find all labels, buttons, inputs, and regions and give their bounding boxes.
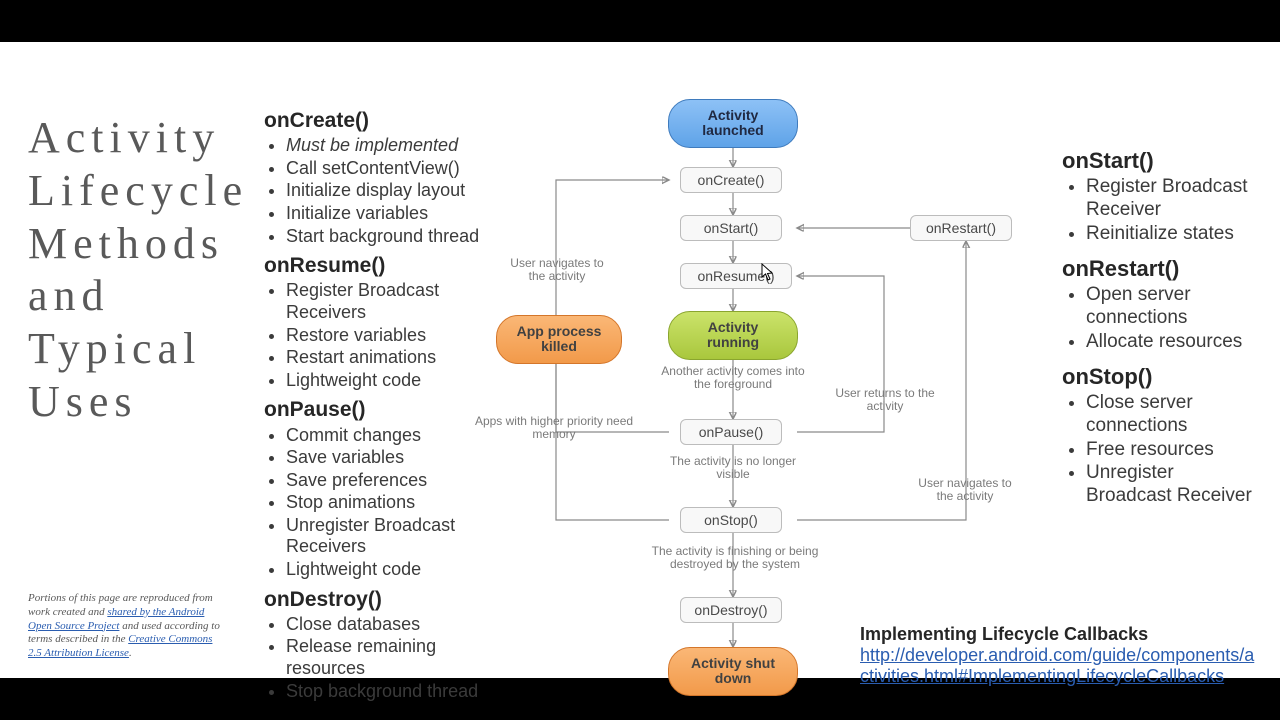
label-another-foreground: Another activity comes into the foregrou…	[658, 365, 808, 391]
list-item: Register Broadcast Receiver	[1086, 176, 1262, 222]
list-item: Unregister Broadcast Receivers	[286, 515, 494, 558]
heading-onStart: onStart()	[1062, 148, 1262, 174]
label-no-longer-visible: The activity is no longer visible	[668, 455, 798, 481]
list-item: Stop animations	[286, 492, 494, 514]
heading-onStop: onStop()	[1062, 364, 1262, 390]
list-item: Call setContentView()	[286, 158, 494, 180]
list-item: Close databases	[286, 614, 494, 636]
node-activity-shutdown: Activity shut down	[668, 647, 798, 696]
list-onPause: Commit changes Save variables Save prefe…	[264, 425, 494, 581]
heading-onCreate: onCreate()	[264, 108, 494, 133]
list-onStop: Close server connections Free resources …	[1062, 392, 1262, 508]
label-finishing: The activity is finishing or being destr…	[640, 545, 830, 571]
list-onStart: Register Broadcast Receiver Reinitialize…	[1062, 176, 1262, 245]
list-item: Restart animations	[286, 347, 494, 369]
right-column: onStart() Register Broadcast Receiver Re…	[1062, 140, 1262, 518]
node-onCreate: onCreate()	[680, 167, 782, 193]
label-user-navigates-2: User navigates to the activity	[910, 477, 1020, 503]
left-column: onCreate() Must be implemented Call setC…	[264, 102, 494, 708]
node-activity-running: Activity running	[668, 311, 798, 360]
list-onCreate: Must be implemented Call setContentView(…	[264, 135, 494, 247]
video-frame: Activity Lifecycle Methods and Typical U…	[0, 0, 1280, 720]
heading-onResume: onResume()	[264, 253, 494, 278]
list-item: Initialize display layout	[286, 180, 494, 202]
label-user-navigates: User navigates to the activity	[502, 257, 612, 283]
list-item: Start background thread	[286, 226, 494, 248]
list-item: Allocate resources	[1086, 331, 1262, 354]
list-item: Lightweight code	[286, 559, 494, 581]
list-item: Register Broadcast Receivers	[286, 280, 494, 323]
list-onDestroy: Close databases Release remaining resour…	[264, 614, 494, 702]
list-item: Must be implemented	[286, 135, 494, 157]
list-item: Restore variables	[286, 325, 494, 347]
node-app-process-killed: App process killed	[496, 315, 622, 364]
list-item: Save preferences	[286, 470, 494, 492]
slide: Activity Lifecycle Methods and Typical U…	[0, 42, 1280, 678]
list-item: Commit changes	[286, 425, 494, 447]
node-activity-launched: Activity launched	[668, 99, 798, 148]
label-user-returns: User returns to the activity	[830, 387, 940, 413]
list-item: Reinitialize states	[1086, 223, 1262, 246]
reference-title: Implementing Lifecycle Callbacks	[860, 624, 1260, 645]
label-higher-priority: Apps with higher priority need memory	[474, 415, 634, 441]
list-onResume: Register Broadcast Receivers Restore var…	[264, 280, 494, 391]
mouse-cursor-icon	[761, 263, 775, 281]
list-item: Open server connections	[1086, 284, 1262, 330]
reference-block: Implementing Lifecycle Callbacks http://…	[860, 624, 1260, 687]
node-onPause: onPause()	[680, 419, 782, 445]
list-item: Free resources	[1086, 439, 1262, 462]
node-onStart: onStart()	[680, 215, 782, 241]
list-item: Unregister Broadcast Receiver	[1086, 462, 1262, 508]
link-reference-url[interactable]: http://developer.android.com/guide/compo…	[860, 645, 1254, 686]
node-onRestart: onRestart()	[910, 215, 1012, 241]
heading-onDestroy: onDestroy()	[264, 587, 494, 612]
heading-onRestart: onRestart()	[1062, 256, 1262, 282]
list-item: Lightweight code	[286, 370, 494, 392]
list-item: Stop background thread	[286, 681, 494, 703]
slide-title: Activity Lifecycle Methods and Typical U…	[28, 112, 238, 429]
node-onResume: onResume()	[680, 263, 792, 289]
list-item: Release remaining resources	[286, 636, 494, 679]
list-onRestart: Open server connections Allocate resourc…	[1062, 284, 1262, 353]
list-item: Close server connections	[1086, 392, 1262, 438]
list-item: Save variables	[286, 447, 494, 469]
heading-onPause: onPause()	[264, 397, 494, 422]
list-item: Initialize variables	[286, 203, 494, 225]
lifecycle-diagram: Activity launched onCreate() onStart() o…	[480, 97, 1040, 657]
node-onStop: onStop()	[680, 507, 782, 533]
node-onDestroy: onDestroy()	[680, 597, 782, 623]
attribution-text: Portions of this page are reproduced fro…	[28, 592, 228, 661]
